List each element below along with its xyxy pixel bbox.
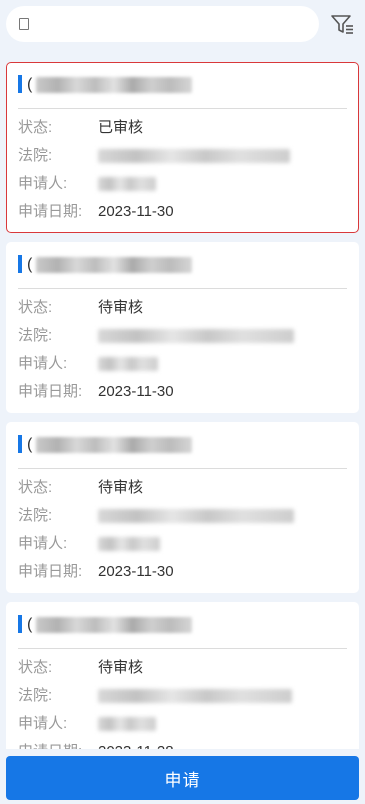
filter-icon	[331, 15, 353, 34]
accent-bar	[18, 75, 22, 93]
record-card[interactable]: ( 状态: 待审核 法院: 申请人: 申请日期: 2023-11-30	[6, 422, 359, 593]
filter-button[interactable]	[328, 10, 356, 38]
card-header: (	[18, 254, 348, 276]
card-title: (	[27, 616, 33, 633]
redacted-court	[98, 149, 290, 163]
card-title: (	[27, 76, 33, 93]
search-bar	[6, 6, 358, 42]
applicant-label: 申请人:	[18, 175, 68, 192]
applicant-label: 申请人:	[18, 715, 68, 732]
redacted-title	[36, 617, 192, 633]
redacted-court	[98, 689, 292, 703]
date-label: 申请日期:	[18, 741, 82, 749]
accent-bar	[18, 615, 22, 633]
status-label: 状态:	[18, 119, 53, 136]
search-box[interactable]	[6, 6, 319, 42]
divider	[18, 288, 347, 289]
status-label: 状态:	[18, 299, 53, 316]
redacted-applicant	[98, 177, 156, 191]
card-header: (	[18, 434, 348, 456]
date-label: 申请日期:	[18, 203, 83, 220]
status-value: 待审核	[98, 659, 144, 676]
date-label: 申请日期:	[18, 383, 83, 400]
date-value: 2023-11-28	[98, 741, 174, 749]
status-value: 待审核	[98, 299, 144, 316]
applicant-label: 申请人:	[18, 535, 68, 552]
accent-bar	[18, 435, 22, 453]
date-label: 申请日期:	[18, 563, 83, 580]
divider	[18, 108, 347, 109]
status-label: 状态:	[18, 479, 53, 496]
redacted-applicant	[98, 717, 156, 731]
court-label: 法院:	[18, 687, 53, 704]
divider	[18, 648, 347, 649]
redacted-title	[36, 77, 192, 93]
card-header: (	[18, 614, 348, 636]
redacted-court	[98, 509, 294, 523]
card-title: (	[27, 436, 33, 453]
redacted-applicant	[98, 357, 158, 371]
record-card[interactable]: ( 状态: 待审核 法院: 申请人: 申请日期: 2023-11-28	[6, 602, 359, 749]
status-label: 状态:	[18, 659, 53, 676]
court-label: 法院:	[18, 507, 53, 524]
date-value: 2023-11-30	[98, 203, 174, 220]
redacted-applicant	[98, 537, 160, 551]
redacted-title	[36, 437, 192, 453]
divider	[18, 468, 347, 469]
record-card[interactable]: ( 状态: 待审核 法院: 申请人: 申请日期: 2023-11-30	[6, 242, 359, 413]
redacted-title	[36, 257, 192, 273]
court-label: 法院:	[18, 327, 53, 344]
search-icon	[19, 18, 29, 30]
card-header: (	[18, 74, 348, 96]
accent-bar	[18, 255, 22, 273]
applicant-label: 申请人:	[18, 355, 68, 372]
date-value: 2023-11-30	[98, 383, 174, 400]
status-value: 待审核	[98, 479, 144, 496]
record-card[interactable]: ( 状态: 已审核 法院: 申请人: 申请日期: 2023-11-30	[6, 62, 359, 233]
status-value: 已审核	[98, 119, 144, 136]
court-label: 法院:	[18, 147, 53, 164]
apply-button[interactable]: 申请	[6, 756, 359, 800]
card-title: (	[27, 256, 33, 273]
record-list: ( 状态: 已审核 法院: 申请人: 申请日期: 2023-11-30 (状态…	[6, 62, 359, 749]
redacted-court	[98, 329, 294, 343]
date-value: 2023-11-30	[98, 563, 174, 580]
search-input[interactable]	[38, 12, 312, 38]
